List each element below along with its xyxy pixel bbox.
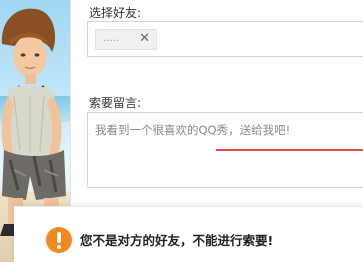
friend-selector-field[interactable]: ..... ✕ [87,21,363,57]
validation-error-line [216,149,363,151]
remove-friend-icon[interactable]: ✕ [139,30,150,48]
selected-friend-tag[interactable]: ..... ✕ [95,29,157,50]
error-alert: 您不是对方的好友，不能进行索要! [14,206,363,263]
select-friend-label: 选择好友: [89,6,142,20]
message-label: 索要留言: [89,96,142,110]
message-text: 我看到一个很喜欢的QQ秀，送给我吧! [95,123,291,137]
alert-message: 您不是对方的好友，不能进行索要! [80,233,274,248]
friend-name: ..... [103,33,119,44]
warning-icon [46,227,72,253]
